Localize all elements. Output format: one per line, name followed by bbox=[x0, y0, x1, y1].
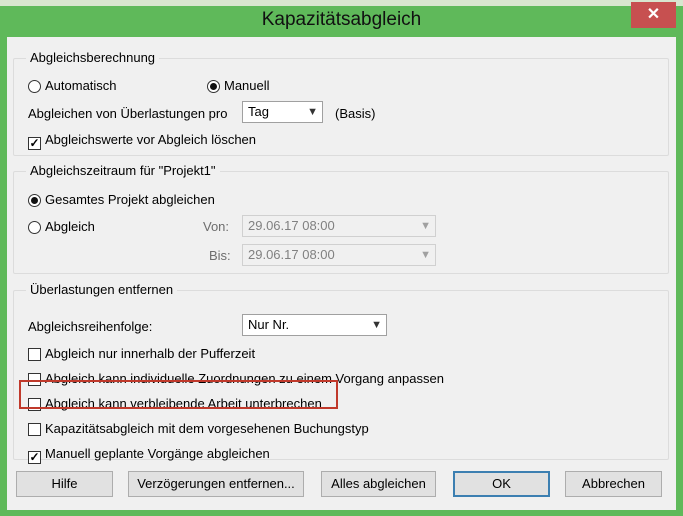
close-button[interactable]: ✕ bbox=[631, 2, 676, 28]
checkbox-manual-tasks[interactable]: ✓ Manuell geplante Vorgänge abgleichen bbox=[28, 446, 270, 464]
to-date-value: 29.06.17 08:00 bbox=[248, 247, 335, 262]
dialog-title: Kapazitätsabgleich bbox=[261, 9, 422, 30]
group-calculation-legend: Abgleichsberechnung bbox=[26, 50, 160, 65]
chevron-down-icon: ▼ bbox=[420, 249, 431, 261]
radio-manual-circle[interactable] bbox=[207, 80, 220, 93]
checkbox-booking-type-label: Kapazitätsabgleich mit dem vorgesehenen … bbox=[45, 421, 369, 436]
cancel-button[interactable]: Abbrechen bbox=[565, 471, 662, 497]
chevron-down-icon: ▼ bbox=[420, 220, 431, 232]
checkbox-clear-values[interactable]: ✓ Abgleichswerte vor Abgleich löschen bbox=[28, 132, 256, 150]
checkbox-clear-values-label: Abgleichswerte vor Abgleich löschen bbox=[45, 132, 257, 147]
overload-period-select[interactable]: Tag ▼ bbox=[242, 101, 323, 123]
overload-label: Abgleichen von Überlastungen pro bbox=[28, 106, 228, 121]
background-app-strip bbox=[0, 0, 683, 6]
help-button[interactable]: Hilfe bbox=[16, 471, 113, 497]
radio-whole-project-label: Gesamtes Projekt abgleichen bbox=[45, 192, 215, 207]
checkbox-buffer-box[interactable] bbox=[28, 348, 41, 361]
to-label: Bis: bbox=[209, 248, 231, 263]
chevron-down-icon: ▼ bbox=[307, 106, 318, 118]
radio-automatic[interactable]: Automatisch bbox=[28, 78, 117, 93]
highlight-box bbox=[19, 380, 338, 409]
checkbox-booking-type[interactable]: Kapazitätsabgleich mit dem vorgesehenen … bbox=[28, 421, 369, 436]
group-range: Abgleichszeitraum für "Projekt1" Gesamte… bbox=[13, 163, 669, 274]
order-value: Nur Nr. bbox=[248, 317, 290, 332]
checkmark-icon[interactable]: ✓ bbox=[28, 137, 41, 150]
to-date-select[interactable]: 29.06.17 08:00 ▼ bbox=[242, 244, 436, 266]
from-date-value: 29.06.17 08:00 bbox=[248, 218, 335, 233]
remove-delays-button[interactable]: Verzögerungen entfernen... bbox=[128, 471, 304, 497]
group-range-legend: Abgleichszeitraum für "Projekt1" bbox=[26, 163, 220, 178]
order-label: Abgleichsreihenfolge: bbox=[28, 319, 153, 334]
group-resolve-legend: Überlastungen entfernen bbox=[26, 282, 178, 297]
radio-whole-project-circle[interactable] bbox=[28, 194, 41, 207]
radio-whole-project[interactable]: Gesamtes Projekt abgleichen bbox=[28, 192, 215, 207]
close-icon: ✕ bbox=[646, 6, 661, 23]
from-label: Von: bbox=[203, 219, 230, 234]
radio-manual-label: Manuell bbox=[224, 78, 270, 93]
overload-period-value: Tag bbox=[248, 104, 269, 119]
order-select[interactable]: Nur Nr. ▼ bbox=[242, 314, 387, 336]
radio-range-circle[interactable] bbox=[28, 221, 41, 234]
checkbox-buffer-label: Abgleich nur innerhalb der Pufferzeit bbox=[45, 346, 256, 361]
overload-suffix: (Basis) bbox=[335, 106, 376, 121]
dialog-window: Kapazitätsabgleich ✕ Abgleichsberechnung… bbox=[0, 0, 683, 516]
radio-range[interactable]: Abgleich bbox=[28, 219, 95, 234]
chevron-down-icon: ▼ bbox=[371, 319, 382, 331]
group-calculation: Abgleichsberechnung Automatisch Manuell … bbox=[13, 50, 669, 156]
checkbox-booking-type-box[interactable] bbox=[28, 423, 41, 436]
checkbox-buffer[interactable]: Abgleich nur innerhalb der Pufferzeit bbox=[28, 346, 255, 361]
checkbox-manual-tasks-label: Manuell geplante Vorgänge abgleichen bbox=[45, 446, 270, 461]
from-date-select[interactable]: 29.06.17 08:00 ▼ bbox=[242, 215, 436, 237]
group-resolve: Überlastungen entfernen Abgleichsreihenf… bbox=[13, 282, 669, 464]
radio-automatic-label: Automatisch bbox=[45, 78, 117, 93]
radio-automatic-circle[interactable] bbox=[28, 80, 41, 93]
dialog-client: Abgleichsberechnung Automatisch Manuell … bbox=[7, 37, 676, 510]
radio-range-label: Abgleich bbox=[45, 219, 95, 234]
checkmark-icon[interactable]: ✓ bbox=[28, 451, 41, 464]
radio-manual[interactable]: Manuell bbox=[207, 78, 270, 93]
ok-button[interactable]: OK bbox=[453, 471, 550, 497]
level-all-button[interactable]: Alles abgleichen bbox=[321, 471, 436, 497]
